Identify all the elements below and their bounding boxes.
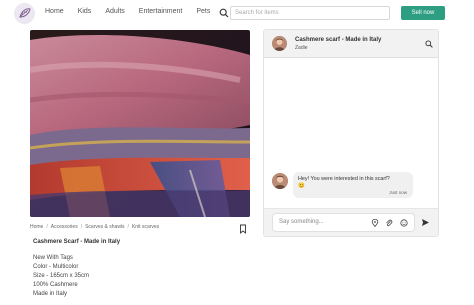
breadcrumb-home[interactable]: Home [30,224,43,230]
nav-kids[interactable]: Kids [78,8,92,15]
attachment-icon[interactable] [385,219,393,227]
product-photo[interactable] [30,30,250,217]
breadcrumb-separator: / [80,224,83,230]
brand-logo[interactable] [14,3,35,24]
bookmark-icon[interactable] [239,224,247,234]
chat-username: Zadie [295,45,308,51]
product-title: Cashmere Scarf - Made in Italy [33,239,121,245]
message-emoji: 😊 [298,183,305,189]
nav-pets[interactable]: Pets [196,8,210,15]
location-pin-icon[interactable] [371,219,379,227]
leaf-logo-icon [19,8,31,18]
detail-origin: Made in Italy [33,291,68,297]
search-icon[interactable] [219,8,229,18]
detail-size: Size - 165cm x 35cm [33,273,90,279]
search-input[interactable]: Search for items [230,6,390,20]
main-nav: Home Kids Adults Entertainment Pets [45,8,224,15]
message-bubble: Hey! You were interested in this scarf? … [293,172,413,198]
top-header: Home Kids Adults Entertainment Pets Sear… [0,0,474,27]
breadcrumb-knit-scarves[interactable]: Knit scarves [132,224,159,230]
breadcrumb-separator: / [127,224,129,230]
detail-color: Color - Multicolor [33,264,79,270]
nav-adults[interactable]: Adults [105,8,124,15]
person-icon [272,173,288,189]
nav-home[interactable]: Home [45,8,64,15]
search-icon[interactable] [425,40,433,48]
chat-title: Cashmere scarf - Made in Italy [295,37,382,43]
product-details: New With Tags Color - Multicolor Size - … [33,254,89,299]
detail-material: 100% Cashmere [33,282,78,288]
message-time: Just now [389,190,407,195]
breadcrumb-separator: / [46,224,48,230]
breadcrumb-accessories[interactable]: Accessories [51,224,78,230]
message-composer: Say something... [264,208,438,236]
breadcrumb-scarves[interactable]: Scarves & shawls [85,224,124,230]
seller-avatar[interactable] [272,36,287,51]
scarf-image [30,30,250,217]
sell-now-button[interactable]: Sell now [401,6,445,20]
emoji-icon[interactable] [400,219,408,227]
chat-header: Cashmere scarf - Made in Italy Zadie [264,30,438,58]
send-icon[interactable] [421,218,430,227]
person-icon [272,36,287,51]
breadcrumb: Home / Accessories / Scarves & shawls / … [30,224,159,230]
message-input[interactable]: Say something... [272,213,415,232]
detail-condition: New With Tags [33,255,73,261]
message-text: Hey! You were interested in this scarf? [298,176,390,182]
message-avatar [272,173,288,189]
nav-entertainment[interactable]: Entertainment [139,8,183,15]
chat-panel: Cashmere scarf - Made in Italy Zadie Hey… [263,29,439,237]
